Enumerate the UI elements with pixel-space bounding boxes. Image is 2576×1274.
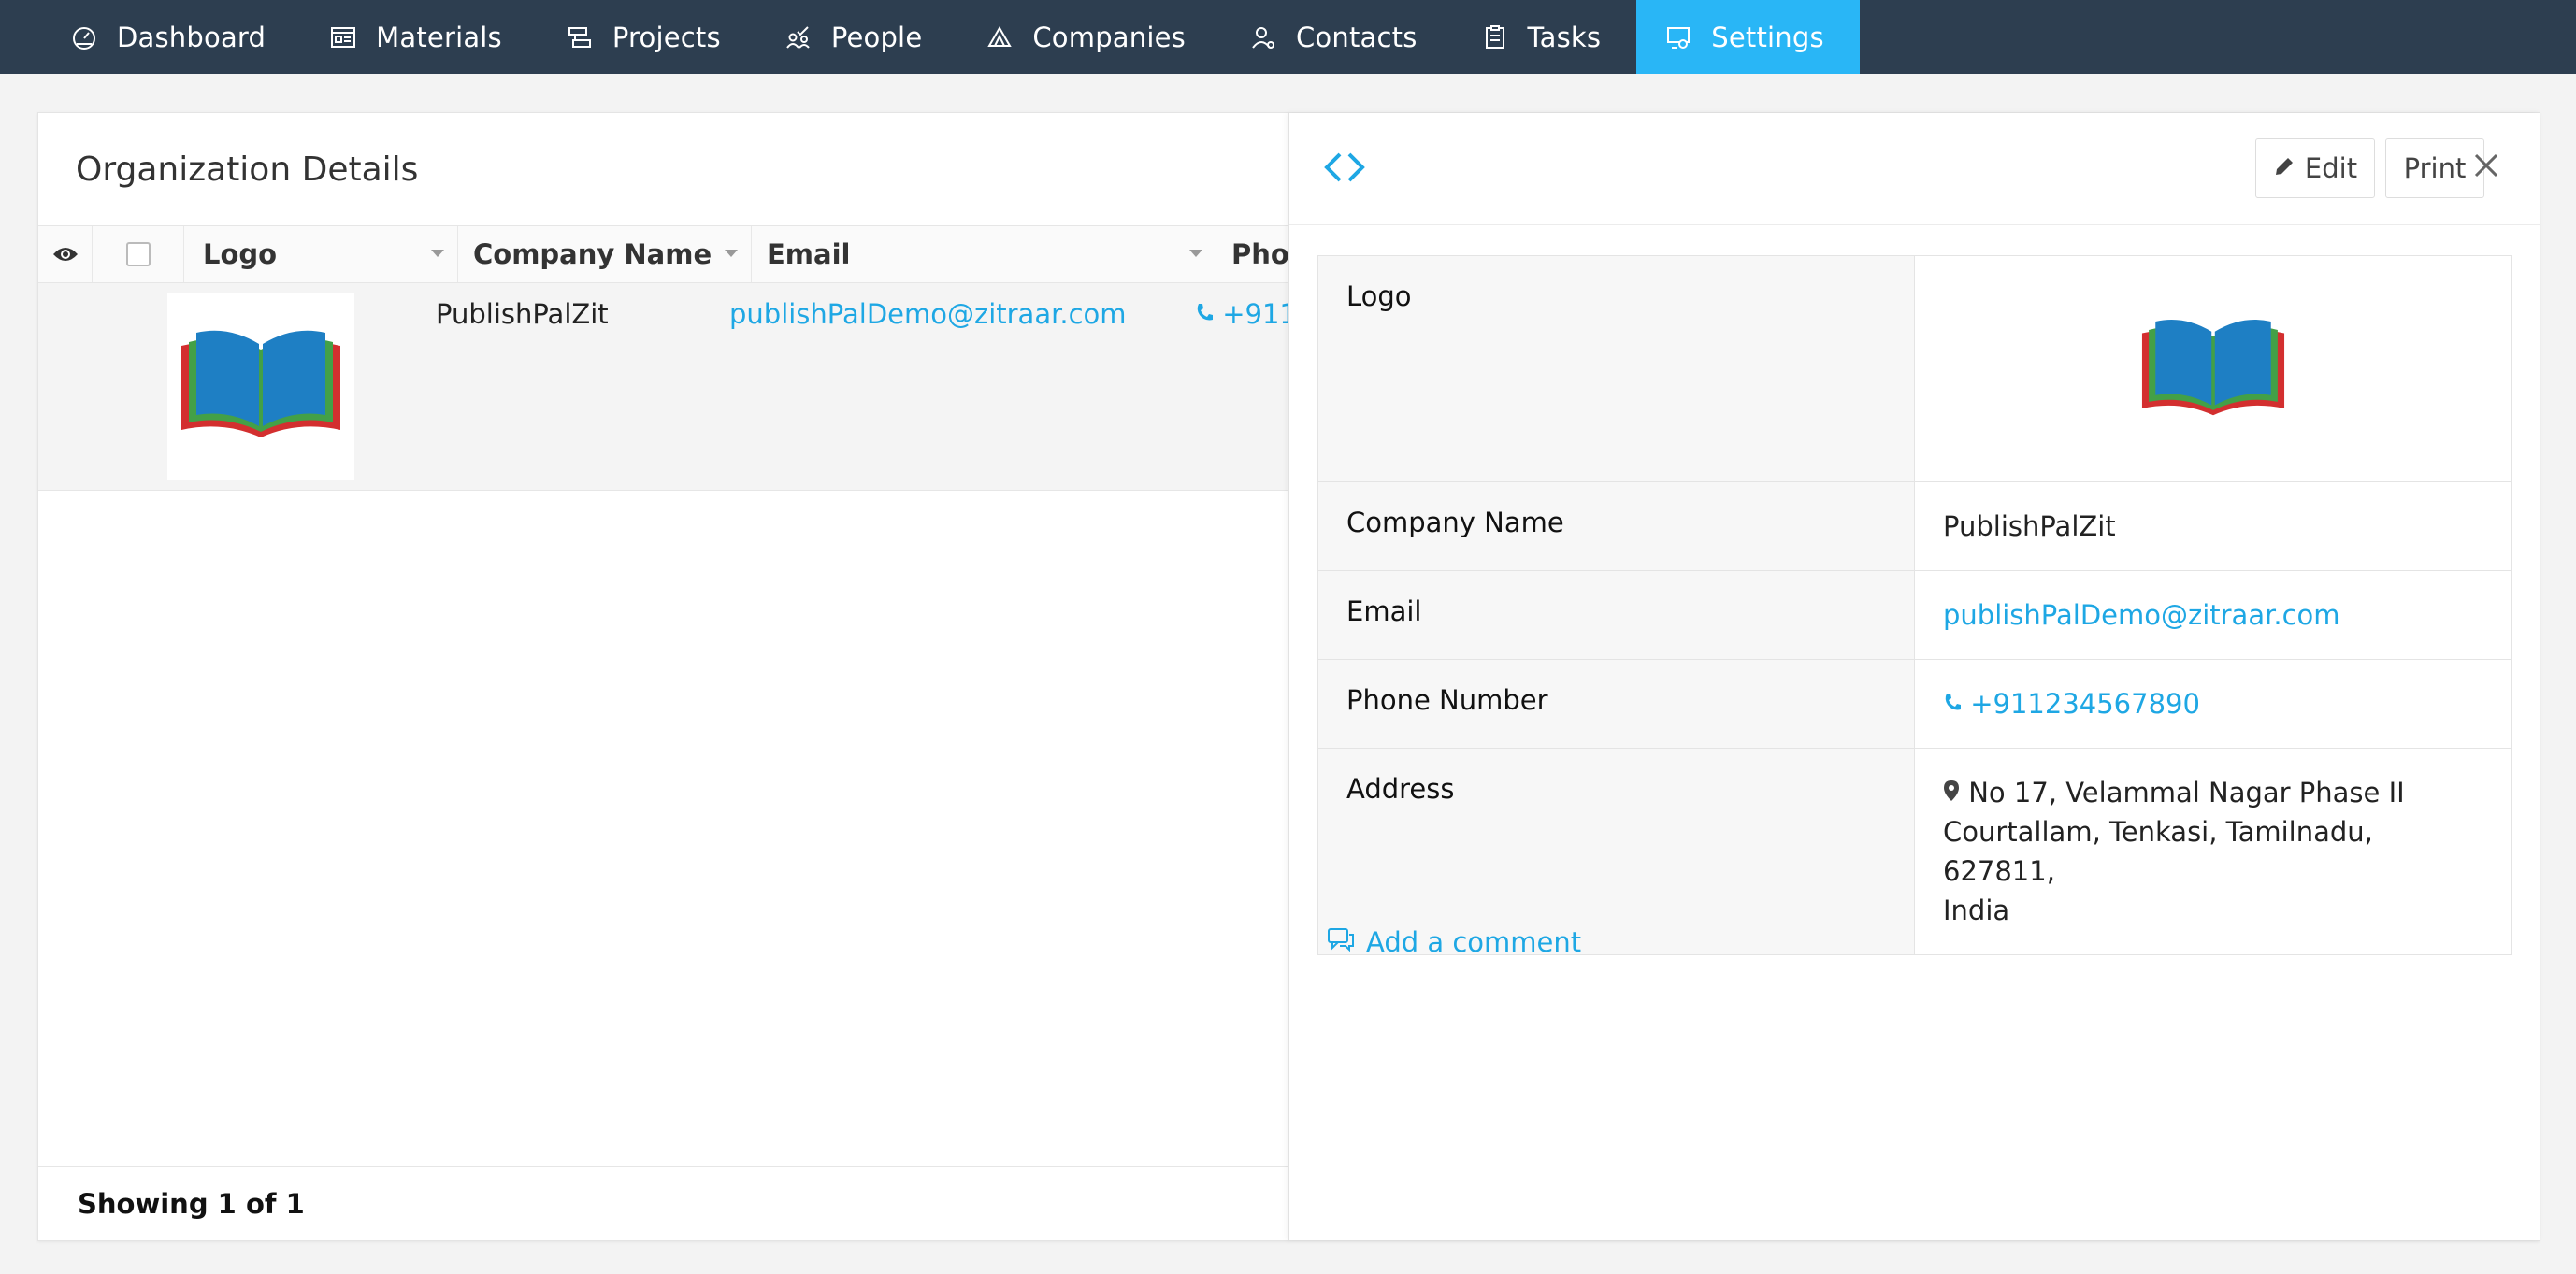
detail-label: Phone Number (1318, 660, 1915, 748)
detail-header: Edit Print (1289, 113, 2540, 225)
book-logo-icon (2141, 319, 2285, 415)
nav-label: Tasks (1527, 21, 1602, 53)
row-email-link[interactable]: publishPalDemo@zitraar.com (729, 298, 1127, 330)
edit-button[interactable]: Edit (2255, 138, 2375, 198)
detail-label: Email (1318, 571, 1915, 659)
nav-label: Dashboard (117, 21, 266, 53)
book-logo-icon (181, 330, 340, 437)
sort-caret-icon[interactable] (725, 250, 738, 257)
eye-icon (52, 238, 79, 270)
record-navigation (1321, 149, 1368, 190)
detail-row-phone: Phone Number +911234567890 (1318, 660, 2511, 749)
table-row[interactable]: PublishPalZit publishPalDemo@zitraar.com… (38, 283, 1331, 491)
detail-panel: Edit Print Logo Company Name PublishPalZ… (1288, 113, 2540, 1240)
nav-label: People (830, 21, 923, 53)
phone-icon (1943, 688, 1970, 720)
nav-label: Contacts (1295, 21, 1418, 53)
select-all-checkbox[interactable] (125, 242, 151, 266)
top-navigation: Dashboard Materials Projects People Comp… (0, 0, 2576, 74)
address-line-3: India (1943, 895, 2010, 926)
main-panel: Organization Details Logo Company Name E… (37, 112, 2540, 1241)
grid-header: Logo Company Name Email Phone (38, 225, 1288, 283)
detail-row-address: Address No 17, Velammal Nagar Phase II C… (1318, 749, 2511, 954)
detail-company-value: PublishPalZit (1943, 510, 2116, 542)
nav-item-settings[interactable]: Settings (1636, 0, 1860, 74)
address-line-1: No 17, Velammal Nagar Phase II (1968, 777, 2405, 809)
next-record-icon[interactable] (1346, 149, 1368, 190)
close-icon[interactable] (2468, 147, 2505, 184)
detail-row-company-name: Company Name PublishPalZit (1318, 482, 2511, 571)
nav-item-tasks[interactable]: Tasks (1453, 0, 1637, 74)
detail-label: Company Name (1318, 482, 1915, 570)
detail-logo-value (1915, 256, 2511, 481)
materials-icon (327, 21, 359, 53)
nav-label: Projects (612, 21, 721, 53)
dashboard-icon (68, 21, 100, 53)
column-header-phone[interactable]: Phone (1216, 226, 1288, 282)
nav-item-projects[interactable]: Projects (538, 0, 756, 74)
grid-footer: Showing 1 of 1 (38, 1166, 1288, 1240)
phone-icon (1195, 298, 1222, 330)
nav-label: Settings (1711, 21, 1824, 53)
detail-phone-link[interactable]: +911234567890 (1915, 660, 2511, 748)
detail-email-link[interactable]: publishPalDemo@zitraar.com (1915, 571, 2511, 659)
nav-item-dashboard[interactable]: Dashboard (42, 0, 301, 74)
detail-table: Logo Company Name PublishPalZit Email pu… (1317, 255, 2512, 955)
sort-caret-icon[interactable] (1189, 250, 1202, 257)
organization-list: Organization Details Logo Company Name E… (38, 113, 1331, 1240)
nav-item-companies[interactable]: Companies (957, 0, 1221, 74)
previous-record-icon[interactable] (1321, 149, 1344, 190)
tasks-icon (1479, 21, 1511, 53)
detail-row-email: Email publishPalDemo@zitraar.com (1318, 571, 2511, 660)
column-header-email[interactable]: Email (752, 226, 1216, 282)
people-icon (783, 21, 814, 53)
nav-label: Materials (376, 21, 502, 53)
record-count: Showing 1 of 1 (78, 1187, 305, 1220)
nav-item-people[interactable]: People (756, 0, 958, 74)
detail-row-logo: Logo (1318, 256, 2511, 482)
projects-icon (564, 21, 596, 53)
contacts-icon (1247, 21, 1279, 53)
add-comment-link[interactable]: Add a comment (1327, 926, 1581, 958)
detail-address-value: No 17, Velammal Nagar Phase II Courtalla… (1915, 749, 2511, 954)
sort-caret-icon[interactable] (431, 250, 444, 257)
column-header-company-name[interactable]: Company Name (458, 226, 752, 282)
map-marker-icon (1943, 777, 1968, 809)
select-all-column (93, 226, 184, 282)
detail-label: Logo (1318, 256, 1915, 481)
companies-icon (984, 21, 1015, 53)
row-company-name: PublishPalZit (436, 298, 609, 330)
visibility-column[interactable] (38, 226, 93, 282)
address-line-2: Courtallam, Tenkasi, Tamilnadu, 627811, (1943, 816, 2373, 887)
page-title: Organization Details (76, 150, 419, 189)
company-logo-thumbnail (167, 293, 354, 480)
nav-item-materials[interactable]: Materials (301, 0, 538, 74)
pencil-icon (2273, 152, 2295, 184)
nav-label: Companies (1032, 21, 1186, 53)
comment-icon (1327, 926, 1355, 958)
detail-label: Address (1318, 749, 1915, 954)
nav-item-contacts[interactable]: Contacts (1221, 0, 1453, 74)
column-header-logo[interactable]: Logo (184, 226, 458, 282)
settings-icon (1662, 21, 1694, 53)
